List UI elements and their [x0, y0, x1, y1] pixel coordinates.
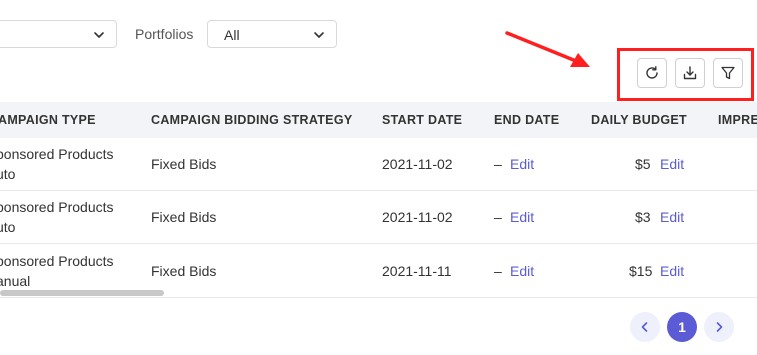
column-header-end-date[interactable]: END DATE: [494, 113, 559, 127]
end-date-value: –: [494, 263, 502, 279]
filter-icon: [721, 66, 735, 80]
download-icon: [683, 66, 697, 80]
end-date-value: –: [494, 209, 502, 225]
daily-budget-edit-link[interactable]: Edit: [660, 156, 684, 172]
daily-budget-value: $5: [635, 156, 651, 172]
campaign-type-line1: ponsored Products: [0, 253, 114, 269]
column-header-bidding-strategy[interactable]: CAMPAIGN BIDDING STRATEGY: [151, 113, 352, 127]
chevron-down-icon: [314, 32, 324, 38]
horizontal-scrollbar-thumb[interactable]: [0, 290, 164, 296]
campaign-type-line1: ponsored Products: [0, 146, 114, 162]
bidding-strategy-cell: Fixed Bids: [151, 156, 217, 172]
chevron-right-icon: [716, 322, 723, 332]
campaign-type-cell: ponsored Products anual: [0, 251, 114, 291]
column-header-impressions[interactable]: IMPRE: [718, 113, 757, 127]
end-date-value: –: [494, 156, 502, 172]
annotation-arrow: [505, 31, 590, 67]
column-header-start-date[interactable]: START DATE: [382, 113, 462, 127]
first-filter-select[interactable]: [0, 20, 117, 48]
start-date-cell: 2021-11-02: [382, 156, 453, 172]
chevron-left-icon: [641, 322, 648, 332]
daily-budget-value: $15: [629, 263, 653, 279]
refresh-button[interactable]: [637, 58, 667, 88]
campaign-type-line2: uto: [0, 219, 16, 235]
table-row: ponsored Products uto Fixed Bids 2021-11…: [0, 191, 757, 244]
portfolios-select[interactable]: All: [207, 20, 337, 48]
campaign-type-line2: uto: [0, 166, 16, 182]
table-row: ponsored Products uto Fixed Bids 2021-11…: [0, 138, 757, 191]
campaign-type-line2: anual: [0, 273, 31, 289]
daily-budget-edit-link[interactable]: Edit: [660, 209, 684, 225]
portfolios-label: Portfolios: [135, 26, 194, 42]
prev-page-button[interactable]: [630, 312, 660, 342]
chevron-down-icon: [94, 32, 104, 38]
column-header-daily-budget[interactable]: DAILY BUDGET: [591, 113, 687, 127]
start-date-cell: 2021-11-11: [382, 263, 452, 279]
refresh-icon: [646, 66, 658, 79]
table-header: AMPAIGN TYPE CAMPAIGN BIDDING STRATEGY S…: [0, 102, 757, 138]
campaign-type-line1: ponsored Products: [0, 199, 114, 215]
campaign-type-cell: ponsored Products uto: [0, 197, 114, 237]
portfolios-value: All: [224, 27, 240, 43]
next-page-button[interactable]: [704, 312, 734, 342]
daily-budget-edit-link[interactable]: Edit: [660, 263, 684, 279]
bidding-strategy-cell: Fixed Bids: [151, 263, 217, 279]
page-button-current[interactable]: 1: [667, 312, 697, 342]
end-date-edit-link[interactable]: Edit: [510, 156, 534, 172]
campaign-type-cell: ponsored Products uto: [0, 144, 114, 184]
start-date-cell: 2021-11-02: [382, 209, 453, 225]
bidding-strategy-cell: Fixed Bids: [151, 209, 217, 225]
download-button[interactable]: [675, 58, 705, 88]
filter-button[interactable]: [713, 58, 743, 88]
daily-budget-value: $3: [635, 209, 651, 225]
end-date-edit-link[interactable]: Edit: [510, 209, 534, 225]
end-date-edit-link[interactable]: Edit: [510, 263, 534, 279]
column-header-campaign-type[interactable]: AMPAIGN TYPE: [0, 113, 96, 127]
